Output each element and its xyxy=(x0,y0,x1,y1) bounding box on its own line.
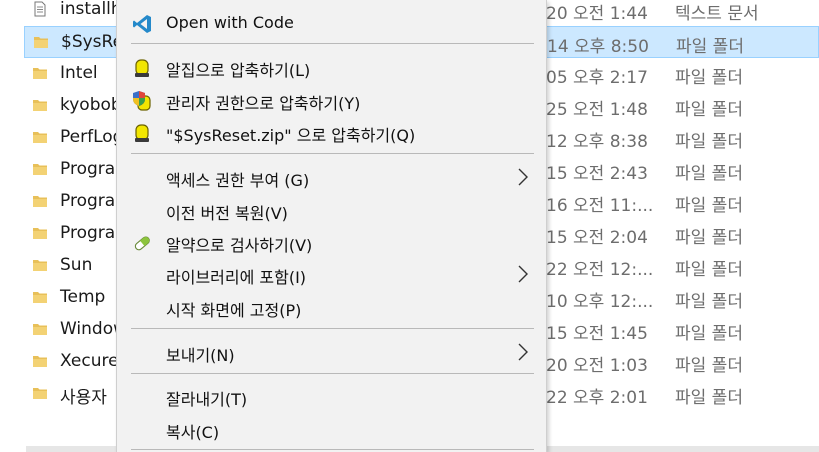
folder-icon xyxy=(32,225,48,241)
menu-item-send-to[interactable]: 보내기(N) xyxy=(117,336,546,368)
file-date: 15 오전 1:45 xyxy=(546,324,648,344)
menu-item-label: Open with Code xyxy=(166,13,294,32)
folder-icon xyxy=(32,353,48,369)
file-date: 20 오전 1:44 xyxy=(546,4,648,24)
folder-icon xyxy=(32,289,48,305)
file-name: Xecure xyxy=(60,351,119,371)
menu-item-label: 알집으로 압축하기(L) xyxy=(166,61,311,80)
menu-item-alzip-compress[interactable]: 알집으로 압축하기(L) xyxy=(117,51,546,83)
file-date: 25 오전 1:48 xyxy=(546,100,648,120)
file-name: Temp xyxy=(60,287,106,307)
menu-item-label: 관리자 권한으로 압축하기(Y) xyxy=(166,94,361,113)
menu-item-include-library[interactable]: 라이브러리에 포함(I) xyxy=(117,258,546,290)
file-date: 15 오전 2:43 xyxy=(546,164,648,184)
menu-item-open-with-code[interactable]: Open with Code xyxy=(117,7,546,39)
menu-item-label: 잘라내기(T) xyxy=(166,390,248,409)
menu-item-label: 시작 화면에 고정(P) xyxy=(166,301,302,320)
file-type: 파일 폴더 xyxy=(675,228,743,248)
file-date: 15 오전 2:04 xyxy=(546,228,648,248)
file-date: 05 오후 2:17 xyxy=(546,68,648,88)
menu-item-grant-access[interactable]: 액세스 권한 부여 (G) xyxy=(117,161,546,193)
file-date: 22 오전 12:... xyxy=(546,260,654,280)
file-type: 파일 폴더 xyxy=(675,292,743,312)
shield-icon xyxy=(131,90,153,112)
file-name: Sun xyxy=(60,255,93,275)
file-name: Prograr xyxy=(60,159,123,179)
file-name: installh xyxy=(60,0,122,19)
file-date: 20 오전 1:03 xyxy=(546,356,648,376)
vscode-icon xyxy=(131,13,153,35)
file-date: 22 오후 2:01 xyxy=(546,388,648,408)
file-type: 파일 폴더 xyxy=(675,100,743,120)
file-name: Intel xyxy=(60,63,98,83)
menu-item-label: "$SysReset.zip" 으로 압축하기(Q) xyxy=(166,126,416,145)
file-date: 16 오전 11:... xyxy=(546,196,654,216)
context-menu: Open with Code 알집으로 압축하기(L) 관리자 권한으로 압축하… xyxy=(116,0,547,452)
file-name: PerfLog xyxy=(60,127,124,147)
folder-icon xyxy=(32,161,48,177)
text-document-icon xyxy=(32,1,48,17)
alzip-icon xyxy=(131,122,153,144)
file-name: 사용자 xyxy=(60,388,107,408)
menu-item-label: 라이브러리에 포함(I) xyxy=(166,268,307,287)
folder-icon xyxy=(32,321,48,337)
file-type: 파일 폴더 xyxy=(675,356,743,376)
folder-icon xyxy=(32,65,48,81)
file-name: kyobob xyxy=(60,95,122,115)
menu-item-label: 액세스 권한 부여 (G) xyxy=(166,171,310,190)
menu-item-compress-to-zip[interactable]: "$SysReset.zip" 으로 압축하기(Q) xyxy=(117,116,546,148)
menu-item-restore-previous[interactable]: 이전 버전 복원(V) xyxy=(117,194,546,226)
folder-icon xyxy=(32,193,48,209)
file-date: 14 오후 8:50 xyxy=(547,37,649,57)
folder-icon xyxy=(32,257,48,273)
alyac-pill-icon xyxy=(131,232,153,254)
menu-separator xyxy=(131,449,534,450)
menu-item-label: 알약으로 검사하기(V) xyxy=(166,236,313,255)
file-date: 10 오후 12:... xyxy=(546,292,654,312)
file-type: 파일 폴더 xyxy=(675,68,743,88)
folder-icon xyxy=(32,129,48,145)
file-type: 텍스트 문서 xyxy=(675,4,759,24)
file-name: $SysRe xyxy=(61,32,124,52)
chevron-right-icon xyxy=(515,263,531,285)
menu-item-cut[interactable]: 잘라내기(T) xyxy=(117,380,546,412)
alzip-icon xyxy=(131,57,153,79)
file-type: 파일 폴더 xyxy=(675,388,743,408)
menu-item-label: 이전 버전 복원(V) xyxy=(166,204,288,223)
menu-separator xyxy=(131,43,534,44)
chevron-right-icon xyxy=(515,166,531,188)
menu-item-label: 보내기(N) xyxy=(166,346,235,365)
folder-icon xyxy=(32,97,48,113)
file-name: Prograr xyxy=(60,191,123,211)
file-type: 파일 폴더 xyxy=(675,132,743,152)
menu-item-alyac-scan[interactable]: 알약으로 검사하기(V) xyxy=(117,226,546,258)
file-type: 파일 폴더 xyxy=(675,164,743,184)
menu-item-pin-to-start[interactable]: 시작 화면에 고정(P) xyxy=(117,291,546,323)
file-type: 파일 폴더 xyxy=(675,196,743,216)
file-date: 12 오후 8:38 xyxy=(546,132,648,152)
menu-item-copy[interactable]: 복사(C) xyxy=(117,413,546,445)
menu-item-admin-compress[interactable]: 관리자 권한으로 압축하기(Y) xyxy=(117,84,546,116)
folder-icon xyxy=(32,385,48,401)
file-type: 파일 폴더 xyxy=(675,324,743,344)
menu-separator xyxy=(131,373,534,374)
file-name: Prograr xyxy=(60,223,123,243)
file-type: 파일 폴더 xyxy=(675,260,743,280)
chevron-right-icon xyxy=(515,341,531,363)
file-type: 파일 폴더 xyxy=(676,37,744,57)
menu-separator xyxy=(131,328,534,329)
folder-icon xyxy=(33,34,49,50)
menu-item-label: 복사(C) xyxy=(166,423,220,442)
menu-separator xyxy=(131,153,534,154)
